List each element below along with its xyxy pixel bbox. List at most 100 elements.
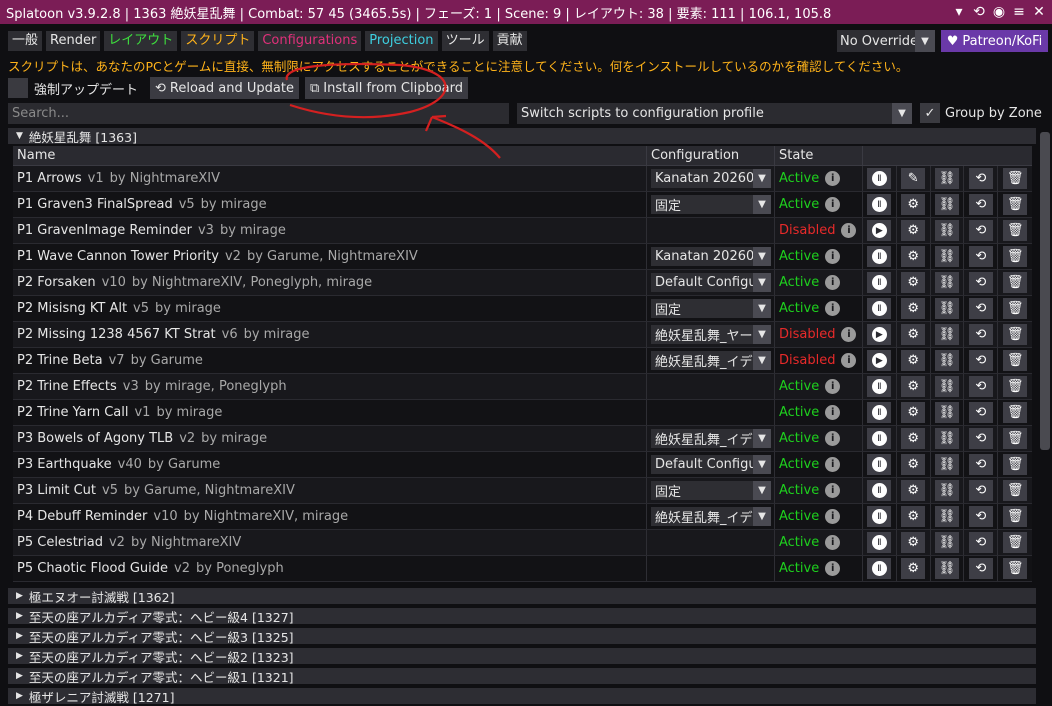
chevron-down-icon[interactable]: ▼ [753, 273, 771, 292]
reset-icon[interactable]: ⟲ [968, 350, 993, 371]
gear-icon[interactable]: ⚙ [901, 402, 926, 423]
info-icon[interactable]: i [825, 431, 841, 446]
unlink-icon[interactable]: ⛓ [934, 532, 959, 553]
trash-icon[interactable]: 🗑 [1003, 532, 1028, 553]
chevron-down-icon[interactable]: ▼ [753, 481, 771, 500]
gear-icon[interactable]: ⚙ [901, 194, 926, 215]
pause-icon[interactable]: Ⅱ [867, 428, 892, 449]
tab-7[interactable]: 貢献 [492, 31, 527, 51]
chevron-down-icon[interactable]: ▼ [753, 299, 771, 318]
unlink-icon[interactable]: ⛓ [934, 168, 959, 189]
brush-icon[interactable]: ✎ [901, 168, 926, 189]
group-header-collapsed[interactable]: ▶ 極ザレニア討滅戦 [1271] [8, 688, 1036, 705]
reset-icon[interactable]: ⟲ [968, 480, 993, 501]
trash-icon[interactable]: 🗑 [1003, 168, 1028, 189]
tab-3[interactable]: スクリプト [181, 31, 255, 51]
trash-icon[interactable]: 🗑 [1003, 298, 1028, 319]
group-header-collapsed[interactable]: ▶ 極エヌオー討滅戦 [1362] [8, 588, 1036, 605]
trash-icon[interactable]: 🗑 [1003, 376, 1028, 397]
info-icon[interactable]: i [825, 249, 841, 264]
window-titlebar[interactable]: Splatoon v3.9.2.8 | 1363 絶妖星乱舞 | Combat:… [0, 0, 1052, 24]
column-header-configuration[interactable]: Configuration [647, 146, 775, 165]
chevron-down-icon[interactable]: ▼ [753, 195, 771, 214]
chevron-down-icon[interactable]: ▾ [952, 4, 966, 20]
close-icon[interactable]: ✕ [1032, 4, 1046, 20]
pause-icon[interactable]: Ⅱ [867, 246, 892, 267]
gear-icon[interactable]: ⚙ [901, 324, 926, 345]
play-icon[interactable]: ▶ [867, 324, 892, 345]
gear-icon[interactable]: ⚙ [901, 220, 926, 241]
gear-icon[interactable]: ⚙ [901, 272, 926, 293]
unlink-icon[interactable]: ⛓ [934, 402, 959, 423]
reset-icon[interactable]: ⟲ [968, 168, 993, 189]
trash-icon[interactable]: 🗑 [1003, 350, 1028, 371]
configuration-dropdown[interactable]: 固定 ▼ [651, 195, 771, 214]
pause-icon[interactable]: Ⅱ [867, 532, 892, 553]
reset-icon[interactable]: ⟲ [968, 454, 993, 475]
unlink-icon[interactable]: ⛓ [934, 272, 959, 293]
reload-update-button[interactable]: ⟲ Reload and Update [150, 77, 299, 99]
configuration-dropdown[interactable]: Kanatan 20260 ▼ [651, 247, 771, 266]
reset-icon[interactable]: ⟲ [968, 272, 993, 293]
trash-icon[interactable]: 🗑 [1003, 194, 1028, 215]
gear-icon[interactable]: ⚙ [901, 428, 926, 449]
info-icon[interactable]: i [825, 405, 841, 420]
info-icon[interactable]: i [825, 535, 841, 550]
reset-icon[interactable]: ⟲ [968, 324, 993, 345]
info-icon[interactable]: i [825, 275, 841, 290]
info-icon[interactable]: i [841, 223, 857, 238]
tab-1[interactable]: Render [46, 31, 101, 51]
play-icon[interactable]: ▶ [867, 220, 892, 241]
gear-icon[interactable]: ⚙ [901, 558, 926, 579]
chevron-down-icon[interactable]: ▼ [753, 325, 771, 344]
info-icon[interactable]: i [825, 483, 841, 498]
gear-icon[interactable]: ⚙ [901, 454, 926, 475]
group-header-collapsed[interactable]: ▶ 至天の座アルカディア零式：ヘビー級3 [1325] [8, 628, 1036, 645]
group-header-collapsed[interactable]: ▶ 至天の座アルカディア零式：ヘビー級4 [1327] [8, 608, 1036, 625]
tab-2[interactable]: レイアウト [104, 31, 178, 51]
pause-icon[interactable]: Ⅱ [867, 272, 892, 293]
pause-icon[interactable]: Ⅱ [867, 168, 892, 189]
group-header-collapsed[interactable]: ▶ 至天の座アルカディア零式：ヘビー級2 [1323] [8, 648, 1036, 665]
group-header-collapsed[interactable]: ▶ 至天の座アルカディア零式：ヘビー級1 [1321] [8, 668, 1036, 685]
profile-dropdown[interactable]: Switch scripts to configuration profile … [517, 103, 912, 124]
column-header-state[interactable]: State [775, 146, 863, 165]
info-icon[interactable]: i [841, 353, 857, 368]
install-clipboard-button[interactable]: ⧉ Install from Clipboard [304, 77, 469, 99]
group-header-expanded[interactable]: ▼ 絶妖星乱舞 [1363] [8, 128, 1036, 145]
eye-icon[interactable]: ◉ [992, 4, 1006, 20]
configuration-dropdown[interactable]: 固定 ▼ [651, 481, 771, 500]
reset-icon[interactable]: ⟲ [968, 402, 993, 423]
patreon-button[interactable]: ♥ Patreon/KoFi [941, 30, 1048, 52]
column-header-name[interactable]: Name [13, 146, 647, 165]
reset-icon[interactable]: ⟲ [968, 532, 993, 553]
unlink-icon[interactable]: ⛓ [934, 428, 959, 449]
reset-icon[interactable]: ⟲ [968, 376, 993, 397]
configuration-dropdown[interactable]: 絶妖星乱舞_イディ ▼ [651, 351, 771, 370]
unlink-icon[interactable]: ⛓ [934, 298, 959, 319]
pause-icon[interactable]: Ⅱ [867, 298, 892, 319]
pause-icon[interactable]: Ⅱ [867, 194, 892, 215]
info-icon[interactable]: i [825, 561, 841, 576]
chevron-down-icon[interactable]: ▼ [753, 169, 771, 188]
reset-icon[interactable]: ⟲ [968, 428, 993, 449]
info-icon[interactable]: i [825, 457, 841, 472]
chevron-down-icon[interactable]: ▼ [753, 507, 771, 526]
unlink-icon[interactable]: ⛓ [934, 350, 959, 371]
pause-icon[interactable]: Ⅱ [867, 454, 892, 475]
pause-icon[interactable]: Ⅱ [867, 402, 892, 423]
pause-icon[interactable]: Ⅱ [867, 376, 892, 397]
info-icon[interactable]: i [825, 171, 841, 186]
unlink-icon[interactable]: ⛓ [934, 558, 959, 579]
gear-icon[interactable]: ⚙ [901, 246, 926, 267]
trash-icon[interactable]: 🗑 [1003, 454, 1028, 475]
reset-icon[interactable]: ⟲ [968, 558, 993, 579]
unlink-icon[interactable]: ⛓ [934, 194, 959, 215]
search-input[interactable]: Search... [8, 103, 509, 124]
info-icon[interactable]: i [825, 301, 841, 316]
reset-icon[interactable]: ⟲ [968, 246, 993, 267]
reset-icon[interactable]: ⟲ [968, 506, 993, 527]
tab-5[interactable]: Projection [365, 31, 438, 51]
chevron-down-icon[interactable]: ▼ [753, 429, 771, 448]
unlink-icon[interactable]: ⛓ [934, 246, 959, 267]
